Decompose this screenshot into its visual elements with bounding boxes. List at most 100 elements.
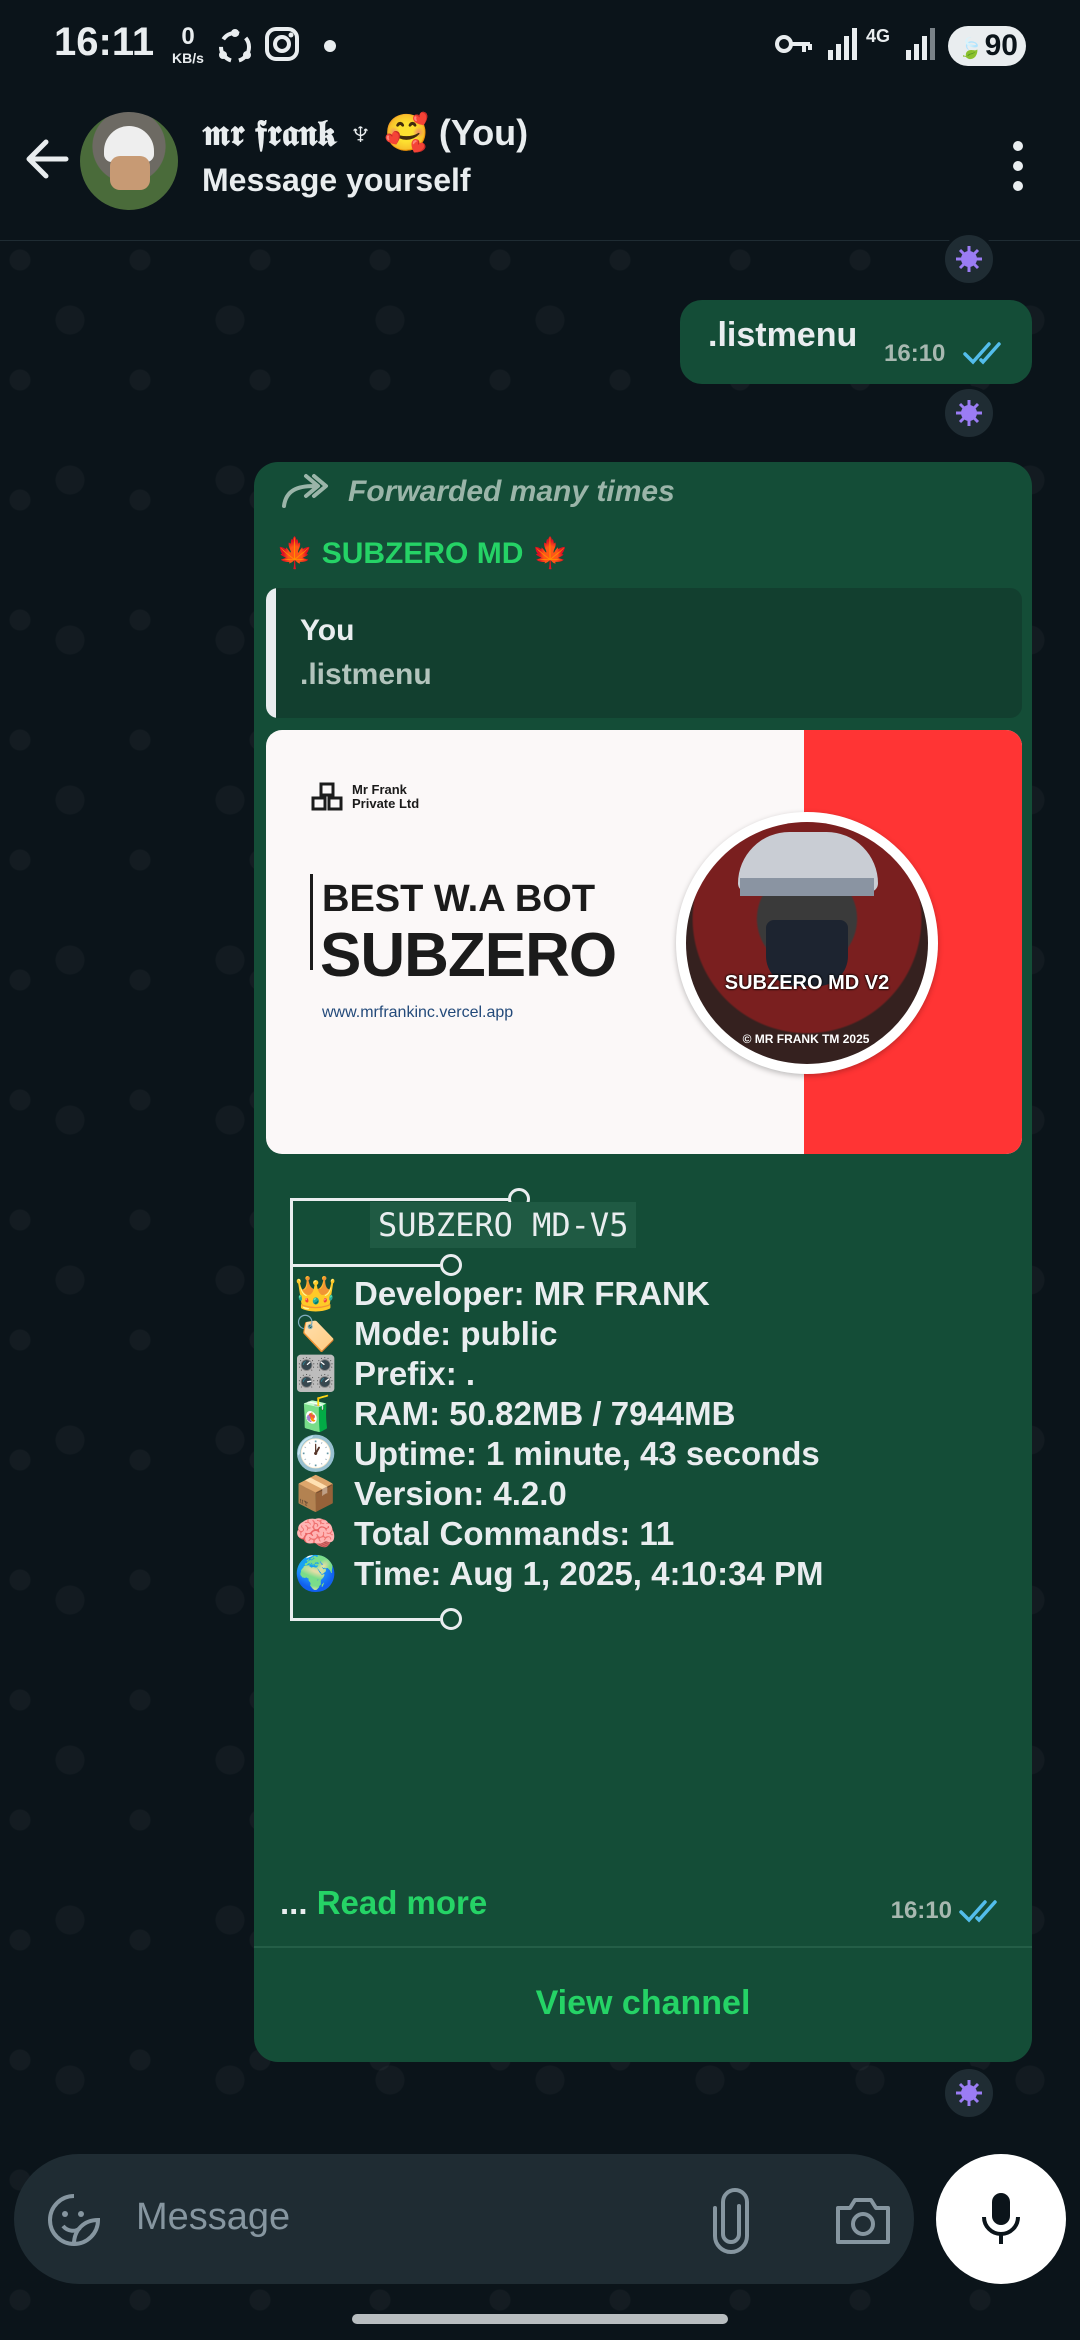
outgoing-message[interactable]: .listmenu 16:10 [680,300,1032,384]
attach-icon[interactable] [708,2188,754,2254]
notification-dot [324,40,336,52]
frame-node [440,1254,462,1276]
info-row-version: 📦 Version: 4.2.0 [292,1474,567,1514]
forwarded-label: Forwarded many times [280,472,675,512]
network-speed: 0 KB/s [166,23,210,67]
back-arrow-icon[interactable] [20,132,74,186]
badge-artwork: SUBZERO MD V2 © MR FRANK TM 2025 [686,822,928,1064]
network-type: 4G [866,26,891,46]
home-indicator[interactable] [352,2314,728,2324]
frame-line [290,1198,293,1264]
tag-icon: 🏷️ [294,1315,338,1353]
read-ticks-icon [959,1900,997,1923]
message-input[interactable]: Message [136,2196,290,2239]
quote-bar [266,588,276,718]
drink-can-icon: 🧃 [294,1395,338,1433]
info-row-ram: 🧃 RAM: 50.82MB / 7944MB [292,1394,736,1434]
message-time: 16:10 [890,1897,952,1924]
clock-icon: 🕐 [294,1435,338,1473]
mic-button[interactable] [936,2154,1066,2284]
reaction-badge[interactable] [942,2066,996,2120]
view-channel-button[interactable]: View channel [254,1984,1032,2023]
crown-icon: 👑 [294,1275,338,1313]
brand-line-2: Private Ltd [352,796,420,811]
control-knobs-icon: 🎛️ [294,1355,338,1393]
bot-info-box: SUBZERO MD-V5 👑 Developer: MR FRANK 🏷️ M… [254,1174,1032,1834]
message-meta: 16:10 [891,1896,1006,1926]
badge-copyright: © MR FRANK TM 2025 [742,1032,870,1046]
battery-saver-icon: 🍃 [958,38,983,60]
quote-text: .listmenu [300,658,432,691]
banner-image[interactable]: Mr Frank Private Ltd BEST W.A BOT SUBZER… [266,730,1022,1154]
badge-headband [740,878,874,896]
info-text: Developer: MR FRANK [354,1275,710,1312]
globe-icon: 🌍 [294,1555,338,1593]
network-speed-value: 0 [181,23,195,50]
info-text: Total Commands: 11 [354,1515,675,1552]
banner-title: SUBZERO [320,921,617,990]
cubes-logo-icon [311,782,343,811]
info-row-commands: 🧠 Total Commands: 11 [292,1514,674,1554]
reaction-badge[interactable] [942,232,996,286]
read-more[interactable]: ... Read more [280,1884,487,1922]
read-ticks-icon [963,342,1001,365]
status-bar: 16:11 0 KB/s 4G 🍃 90 [0,0,1080,92]
quote-author: You [300,614,355,647]
frame-line [290,1618,440,1621]
divider [254,1946,1032,1948]
avatar[interactable] [80,112,178,210]
frame-line [290,1198,510,1201]
info-text: RAM: 50.82MB / 7944MB [354,1395,736,1432]
message-composer: Message [14,2154,914,2284]
vpn-key-icon [775,35,812,53]
info-text: Mode: public [354,1315,558,1352]
info-row-prefix: 🎛️ Prefix: . [292,1354,475,1394]
info-text: Prefix: . [354,1355,476,1392]
info-row-mode: 🏷️ Mode: public [292,1314,558,1354]
avatar-face [110,156,150,190]
chat-header: 𝖒𝖗 𝖋𝖗𝖆𝖓𝖐 ♆ 🥰 (You) Message yourself [0,92,1080,241]
read-more-ellipsis: ... [280,1884,317,1921]
message-text: .listmenu [708,316,858,354]
banner-headline: BEST W.A BOT [322,878,596,920]
battery-indicator: 🍃 90 [948,26,1026,66]
signal-icon-2 [906,28,935,60]
info-row-time: 🌍 Time: Aug 1, 2025, 4:10:34 PM [292,1554,824,1594]
microphone-icon [982,2193,1020,2244]
status-time: 16:11 [54,20,155,64]
bot-message[interactable]: Forwarded many times 🍁 SUBZERO MD 🍁 You … [254,462,1032,2062]
contact-name[interactable]: 𝖒𝖗 𝖋𝖗𝖆𝖓𝖐 ♆ 🥰 (You) [202,112,528,155]
package-icon: 📦 [294,1475,338,1513]
contact-subtitle[interactable]: Message yourself [202,162,471,199]
splat-emoji-icon [956,246,982,272]
quoted-message[interactable]: You .listmenu [266,588,1022,718]
info-text: Uptime: 1 minute, 43 seconds [354,1435,820,1472]
forward-arrow-icon [282,474,328,508]
brand-line-1: Mr Frank [352,782,407,797]
brain-icon: 🧠 [294,1515,338,1553]
badge-label: SUBZERO MD V2 [724,972,890,994]
splat-emoji-icon [956,2080,982,2106]
box-title: SUBZERO MD-V5 [370,1202,637,1248]
more-options-icon[interactable] [1000,136,1036,196]
sync-icon [219,29,251,63]
info-row-uptime: 🕐 Uptime: 1 minute, 43 seconds [292,1434,820,1474]
sticker-icon[interactable] [44,2190,104,2250]
info-row-developer: 👑 Developer: MR FRANK [292,1274,710,1314]
reaction-badge[interactable] [942,386,996,440]
forwarded-text: Forwarded many times [348,475,675,508]
badge-portrait: SUBZERO MD V2 © MR FRANK TM 2025 [676,812,938,1074]
frame-node [440,1608,462,1630]
sender-name[interactable]: 🍁 SUBZERO MD 🍁 [276,536,569,571]
info-text: Version: 4.2.0 [354,1475,567,1512]
brand-logo: Mr Frank Private Ltd [310,782,419,812]
camera-icon[interactable] [832,2192,894,2248]
read-more-link[interactable]: Read more [317,1884,488,1921]
frame-line [290,1264,440,1267]
banner-url: www.mrfrankinc.vercel.app [322,1004,514,1021]
signal-icon [828,28,857,60]
instagram-icon [265,27,299,61]
info-text: Time: Aug 1, 2025, 4:10:34 PM [354,1555,824,1592]
network-speed-unit: KB/s [172,50,204,66]
battery-level: 90 [984,29,1018,62]
